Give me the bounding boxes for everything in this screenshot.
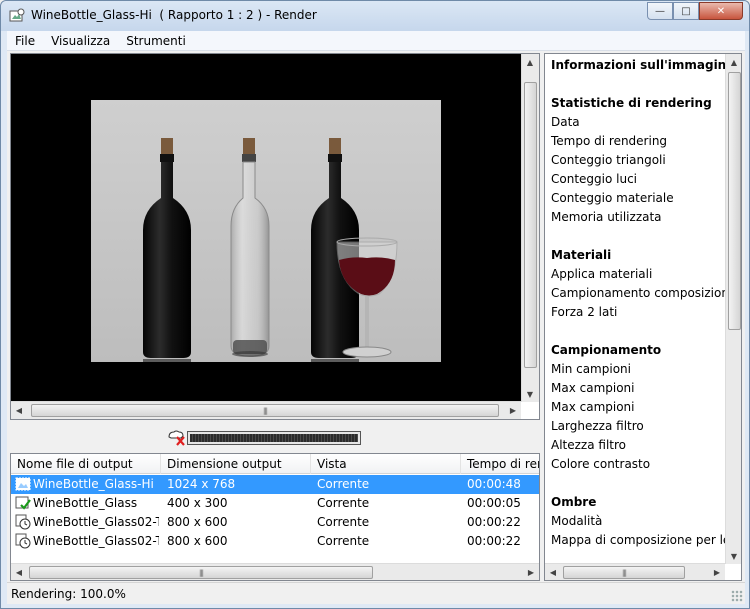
row-time: 00:00:48: [467, 477, 521, 491]
cancel-render-icon[interactable]: [167, 429, 187, 447]
info-item: Max campioni: [551, 381, 635, 395]
scroll-up-arrow-icon[interactable]: ▲: [726, 54, 741, 70]
output-list-header: Nome file di output Dimensione output Vi…: [11, 454, 539, 474]
client-area: ▲ ▼ ◀ ||| ▶ Nome file di output Dimensio…: [7, 51, 745, 604]
info-hscroll-thumb[interactable]: |||: [563, 566, 685, 579]
row-time: 00:00:05: [467, 496, 521, 510]
info-item: Colore contrasto: [551, 457, 651, 471]
info-item: Mappa di composizione per le or: [551, 533, 742, 547]
info-panel-horizontal-scrollbar[interactable]: ◀ ||| ▶: [545, 563, 725, 580]
info-panel-vertical-scrollbar[interactable]: ▲ ▼: [725, 54, 741, 564]
menu-file[interactable]: File: [7, 34, 43, 48]
scroll-right-arrow-icon[interactable]: ▶: [523, 564, 539, 580]
row-view: Corrente: [317, 477, 370, 491]
row-view: Corrente: [317, 515, 370, 529]
row-name: WineBottle_Glass02-T...: [33, 515, 159, 529]
table-row[interactable]: WineBottle_Glass-Hi 1024 x 768 Corrente …: [11, 475, 539, 494]
row-name: WineBottle_Glass: [33, 496, 138, 510]
section-heading-sampling: Campionamento: [551, 343, 662, 357]
clock-icon: [15, 533, 31, 549]
output-list[interactable]: Nome file di output Dimensione output Vi…: [10, 453, 540, 581]
row-size: 400 x 300: [167, 496, 228, 510]
render-canvas[interactable]: [11, 54, 521, 402]
close-button[interactable]: ✕: [699, 2, 743, 20]
viewport-vertical-scrollbar[interactable]: ▲ ▼: [521, 54, 539, 402]
scroll-down-arrow-icon[interactable]: ▼: [522, 386, 538, 402]
section-heading-render-stats: Statistiche di rendering: [551, 96, 712, 110]
viewport-vscroll-thumb[interactable]: [524, 82, 537, 368]
viewport-hscroll-thumb[interactable]: |||: [31, 404, 499, 417]
render-window: WineBottle_Glass-Hi ( Rapporto 1 : 2 ) -…: [0, 0, 750, 609]
info-item: Altezza filtro: [551, 438, 627, 452]
row-view: Corrente: [317, 496, 370, 510]
section-heading-shadows: Ombre: [551, 495, 597, 509]
scroll-up-arrow-icon[interactable]: ▲: [522, 54, 538, 70]
scroll-down-arrow-icon[interactable]: ▼: [726, 548, 741, 564]
menu-strumenti[interactable]: Strumenti: [118, 34, 194, 48]
table-row[interactable]: WineBottle_Glass 400 x 300 Corrente 00:0…: [11, 494, 539, 513]
row-name: WineBottle_Glass-Hi: [33, 477, 154, 491]
column-header-size[interactable]: Dimensione output: [161, 454, 311, 474]
info-item: Memoria utilizzata: [551, 210, 662, 224]
output-hscroll-thumb[interactable]: |||: [29, 566, 373, 579]
image-rendering-icon: [15, 477, 31, 491]
image-done-icon: [15, 496, 31, 510]
row-time: 00:00:22: [467, 515, 521, 529]
info-item: Data: [551, 115, 580, 129]
column-header-time[interactable]: Tempo di ren: [461, 454, 539, 474]
scroll-left-arrow-icon[interactable]: ◀: [545, 564, 561, 580]
menu-visualizza[interactable]: Visualizza: [43, 34, 118, 48]
progress-bar: [187, 431, 361, 445]
row-size: 800 x 600: [167, 534, 228, 548]
render-viewport[interactable]: ▲ ▼ ◀ ||| ▶: [10, 53, 540, 420]
scroll-right-arrow-icon[interactable]: ▶: [709, 564, 725, 580]
info-item: Forza 2 lati: [551, 305, 618, 319]
status-text: Rendering: 100.0%: [11, 587, 126, 601]
title-bar[interactable]: WineBottle_Glass-Hi ( Rapporto 1 : 2 ) -…: [1, 1, 749, 31]
resize-grip-icon[interactable]: [731, 590, 743, 602]
info-item: Tempo di rendering: [551, 134, 668, 148]
window-title: WineBottle_Glass-Hi ( Rapporto 1 : 2 ) -…: [31, 8, 317, 22]
scroll-right-arrow-icon[interactable]: ▶: [505, 402, 521, 418]
status-bar: Rendering: 100.0%: [7, 582, 745, 604]
viewport-horizontal-scrollbar[interactable]: ◀ ||| ▶: [11, 401, 521, 419]
row-view: Corrente: [317, 534, 370, 548]
column-header-view[interactable]: Vista: [311, 454, 461, 474]
info-panel-title: Informazioni sull'immagine: [551, 58, 735, 72]
table-row[interactable]: WineBottle_Glass02-T... 800 x 600 Corren…: [11, 513, 539, 532]
progress-fill: [190, 434, 358, 442]
rendered-image: [91, 100, 441, 362]
row-time: 00:00:22: [467, 534, 521, 548]
section-heading-materials: Materiali: [551, 248, 612, 262]
menu-bar: File Visualizza Strumenti: [7, 31, 745, 51]
image-info-panel[interactable]: Informazioni sull'immagine Statistiche d…: [544, 53, 742, 581]
column-header-name[interactable]: Nome file di output: [11, 454, 161, 474]
minimize-button[interactable]: —: [647, 2, 673, 20]
info-item: Conteggio materiale: [551, 191, 674, 205]
info-item: Applica materiali: [551, 267, 653, 281]
maximize-button[interactable]: □: [673, 2, 699, 20]
render-window-icon: [9, 8, 25, 22]
info-vscroll-thumb[interactable]: [728, 72, 741, 330]
render-progress: [167, 429, 367, 447]
scroll-left-arrow-icon[interactable]: ◀: [11, 402, 27, 418]
info-item: Conteggio luci: [551, 172, 638, 186]
row-size: 800 x 600: [167, 515, 228, 529]
info-item: Campionamento composizione: [551, 286, 737, 300]
info-item: Larghezza filtro: [551, 419, 644, 433]
scroll-left-arrow-icon[interactable]: ◀: [11, 564, 27, 580]
info-item: Min campioni: [551, 362, 631, 376]
row-size: 1024 x 768: [167, 477, 236, 491]
info-item: Max campioni: [551, 400, 635, 414]
row-name: WineBottle_Glass02-T...: [33, 534, 159, 548]
info-item: Conteggio triangoli: [551, 153, 666, 167]
info-item: Modalità: [551, 514, 603, 528]
table-row[interactable]: WineBottle_Glass02-T... 800 x 600 Corren…: [11, 532, 539, 551]
output-list-horizontal-scrollbar[interactable]: ◀ ||| ▶: [11, 563, 539, 580]
clock-icon: [15, 514, 31, 530]
